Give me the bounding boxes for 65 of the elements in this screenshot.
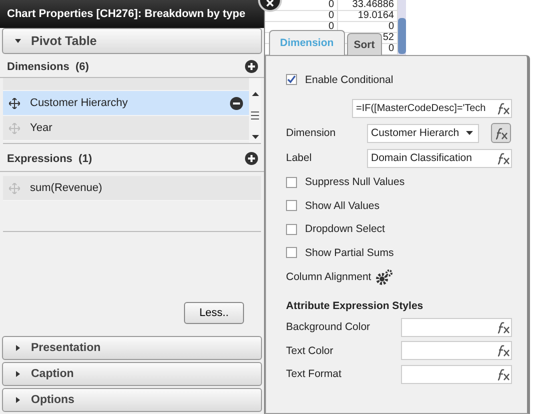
checkbox[interactable] — [286, 176, 297, 188]
table-cell: 0 — [328, 21, 334, 32]
add-icon[interactable] — [245, 60, 258, 73]
expression-field[interactable] — [401, 364, 512, 384]
table-cell: 0 — [388, 43, 394, 54]
field-label: Text Color — [286, 344, 334, 357]
list-item[interactable]: Customer Hierarchy — [3, 91, 249, 116]
checkbox[interactable] — [286, 247, 297, 258]
section-title: Attribute Expression Styles — [286, 300, 424, 312]
window-title: Chart Properties [CH276]: Breakdown by type — [7, 8, 246, 20]
remove-icon[interactable] — [230, 96, 243, 110]
add-icon[interactable] — [245, 152, 258, 165]
accordion-header[interactable]: Options — [2, 388, 262, 412]
less-button[interactable]: Less.. — [184, 302, 244, 324]
checkbox-label: Dropdown Select — [305, 223, 385, 236]
field-label: Background Color — [286, 321, 372, 334]
field-label: Dimension — [286, 127, 337, 139]
list-item[interactable]: sum(Revenue) — [3, 176, 261, 201]
checkbox[interactable] — [286, 200, 297, 212]
function-icon — [495, 102, 511, 114]
up-arrow-icon[interactable] — [252, 92, 258, 96]
field-label: Text Format — [286, 368, 342, 380]
table-cell: 19.0164 — [358, 10, 394, 21]
checkbox[interactable] — [286, 224, 297, 235]
checkbox[interactable] — [286, 74, 297, 86]
scrollbar[interactable] — [398, 0, 406, 56]
scrollbar[interactable] — [249, 78, 261, 143]
accordion-header[interactable]: Presentation — [2, 336, 262, 360]
accordion-header[interactable]: Pivot Table — [2, 28, 262, 54]
expression-field[interactable] — [401, 341, 512, 360]
gears-icon[interactable] — [375, 269, 394, 285]
expand-icon[interactable] — [15, 371, 21, 377]
section-title: Expressions (1) — [7, 152, 92, 164]
list-item[interactable]: Year — [3, 116, 249, 141]
expression-field[interactable] — [401, 318, 512, 337]
expand-icon[interactable] — [15, 345, 21, 351]
function-icon — [495, 368, 511, 381]
checkbox-label: Show All Values — [305, 200, 380, 212]
function-icon — [495, 152, 511, 164]
field-label: Label — [286, 152, 313, 164]
label-field[interactable]: Domain Classification — [367, 148, 512, 168]
down-arrow-icon[interactable] — [252, 135, 258, 139]
table-cell: 33.46886 — [352, 0, 394, 10]
condition-field[interactable]: =IF([MasterCodeDesc]='Tech — [352, 98, 512, 118]
dimension-dropdown[interactable]: Customer Hierarch — [367, 124, 479, 142]
scroll-grip-icon[interactable] — [251, 111, 259, 120]
collapse-icon[interactable] — [15, 38, 21, 44]
tab[interactable]: Sort — [346, 33, 382, 55]
caret-icon — [466, 131, 473, 135]
table-cell: 0 — [328, 0, 334, 10]
function-button[interactable] — [491, 123, 511, 143]
function-icon — [495, 344, 511, 358]
function-icon — [495, 320, 511, 334]
table-cell: 52 — [382, 32, 394, 43]
checkbox-label: Show Partial Sums — [305, 246, 394, 259]
accordion-header[interactable]: Caption — [2, 362, 262, 386]
section-title: Dimensions (6) — [7, 60, 89, 72]
table-cell: 0 — [328, 10, 334, 21]
checkbox-label: Suppress Null Values — [305, 176, 405, 188]
move-icon[interactable] — [9, 98, 20, 108]
function-icon — [493, 126, 509, 140]
field-label: Column Alignment — [286, 271, 372, 283]
table-cell: 0 — [388, 21, 394, 32]
expand-icon[interactable] — [15, 397, 21, 403]
checkbox-label: Enable Conditional — [305, 74, 394, 86]
